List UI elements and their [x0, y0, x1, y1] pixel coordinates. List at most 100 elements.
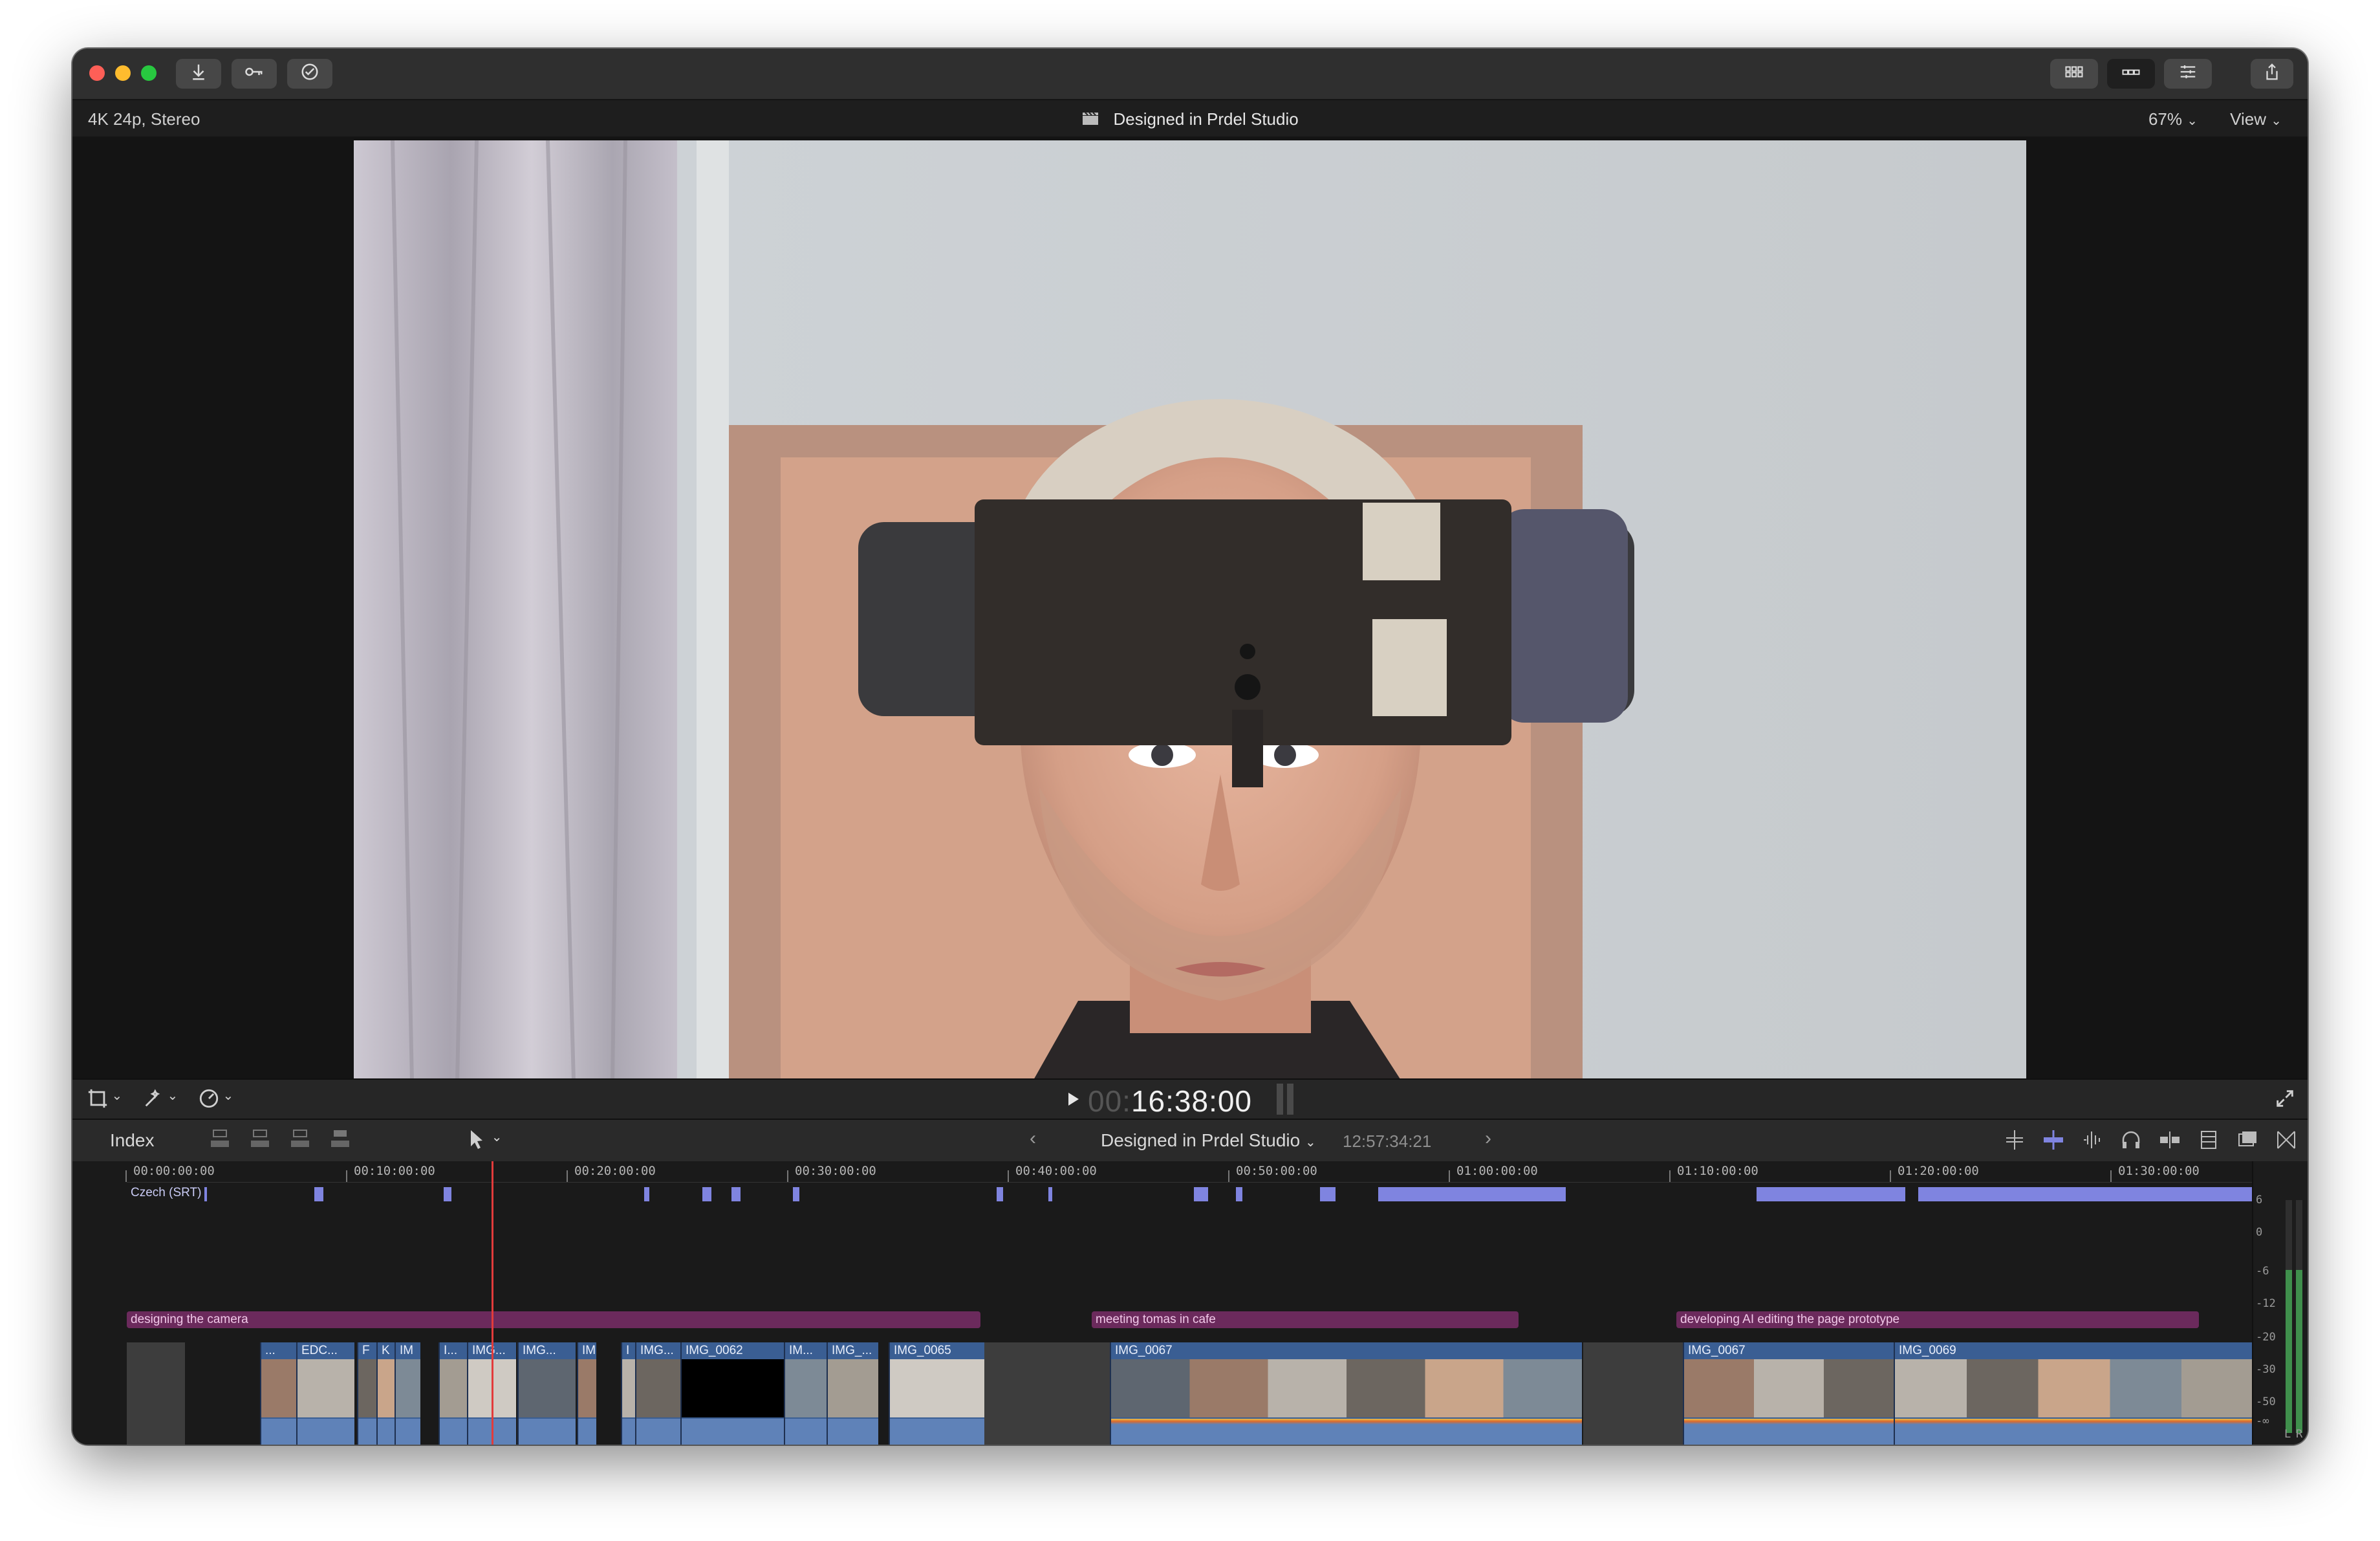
timecode-display[interactable]: 00:16:38:00	[1088, 1084, 1252, 1119]
browser-toggle-button[interactable]	[2050, 59, 2098, 89]
clip-thumbnails	[1111, 1359, 1582, 1417]
import-button[interactable]	[176, 59, 221, 89]
clip-thumbnails	[1895, 1359, 2253, 1417]
enhance-menu[interactable]: ⌄	[142, 1087, 178, 1113]
timeline-clip[interactable]: F	[357, 1342, 376, 1445]
background-tasks-button[interactable]	[287, 59, 332, 89]
transitions-browser-icon[interactable]	[2275, 1129, 2297, 1155]
audio-meter: L R 6 0 -6 -12 -20 -30 -50 -∞	[2252, 1161, 2308, 1445]
clip-audio-waveform	[358, 1419, 376, 1445]
clip-name: I	[626, 1344, 630, 1357]
headphones-icon[interactable]	[2120, 1129, 2142, 1155]
project-menu[interactable]: Designed in Prdel Studio ⌄	[1101, 1130, 1316, 1151]
viewer[interactable]	[72, 137, 2308, 1081]
playhead[interactable]	[492, 1161, 493, 1445]
meter-channel-left: L	[2284, 1428, 2291, 1441]
magic-wand-icon	[142, 1089, 164, 1112]
arrow-pointer-icon	[468, 1130, 486, 1153]
chevron-down-icon: ⌄	[222, 1089, 234, 1103]
fullscreen-button[interactable]	[2274, 1087, 2296, 1113]
chevron-down-icon: ⌄	[2271, 114, 2282, 128]
primary-storyline: ... EDC... F K IM I... IMG... IMG... IM I IMG... IM…	[72, 1161, 2253, 1445]
timeline-clip[interactable]: EDC...	[296, 1342, 354, 1445]
clip-name: IMG_0069	[1899, 1344, 1956, 1357]
browser-grid-icon	[2064, 62, 2084, 86]
clip-thumbnails	[682, 1359, 784, 1417]
clip-audio-waveform	[261, 1419, 296, 1445]
timeline-clip[interactable]: IMG_...	[827, 1342, 878, 1445]
meter-scale-label: -6	[2256, 1265, 2269, 1278]
zoom-window-button[interactable]	[141, 65, 157, 81]
clip-name: K	[382, 1344, 390, 1357]
timeline-clip[interactable]: IM...	[784, 1342, 827, 1445]
clip-audio-waveform	[1684, 1419, 1894, 1445]
keyword-icon	[244, 62, 264, 86]
timeline-toggle-button[interactable]	[2107, 59, 2155, 89]
clip-name: IMG...	[640, 1344, 674, 1357]
clip-audio-waveform	[1111, 1419, 1582, 1445]
clip-name: IM	[400, 1344, 414, 1357]
timeline-clip[interactable]: ...	[260, 1342, 296, 1445]
edit-buttons	[208, 1128, 352, 1154]
audio-skimming-icon[interactable]	[2042, 1129, 2064, 1155]
timeline-clip[interactable]: IMG...	[517, 1342, 576, 1445]
timeline-clip[interactable]: IMG_0069	[1894, 1342, 2253, 1445]
connect-clip-icon[interactable]	[208, 1128, 232, 1154]
speedometer-icon	[198, 1089, 220, 1112]
waveform-icon[interactable]	[2081, 1129, 2103, 1155]
play-button[interactable]	[1066, 1090, 1081, 1111]
effects-browser-icon[interactable]	[2236, 1129, 2258, 1155]
clip-thumbnails	[636, 1359, 680, 1417]
clip-thumbnails	[396, 1359, 420, 1417]
timeline-clip[interactable]: IMG...	[635, 1342, 680, 1445]
title-bar	[72, 49, 2308, 100]
retime-menu[interactable]: ⌄	[198, 1087, 233, 1113]
app-window: 4K 24p, Stereo Designed in Prdel Studio …	[72, 49, 2308, 1445]
clip-name: IM...	[789, 1344, 813, 1357]
history-forward-button[interactable]: ›	[1485, 1128, 1491, 1150]
close-window-button[interactable]	[89, 65, 105, 81]
timeline-clip[interactable]: IM	[395, 1342, 420, 1445]
select-tool-menu[interactable]: ⌄	[468, 1129, 503, 1154]
append-clip-icon[interactable]	[288, 1128, 312, 1154]
meter-bar-left	[2286, 1200, 2292, 1433]
chevron-down-icon: ⌄	[491, 1130, 503, 1144]
overwrite-clip-icon[interactable]	[329, 1128, 352, 1154]
meter-scale-label: -30	[2256, 1363, 2276, 1376]
inspector-toggle-button[interactable]	[2164, 59, 2212, 89]
clip-thumbnails	[828, 1359, 878, 1417]
gap-clip[interactable]	[984, 1342, 1110, 1445]
gap-clip[interactable]	[1583, 1342, 1683, 1445]
meter-scale-label: 0	[2256, 1226, 2263, 1239]
keyword-button[interactable]	[232, 59, 277, 89]
clip-audio-waveform	[682, 1419, 784, 1445]
timecode-value: 16:38:00	[1130, 1084, 1253, 1118]
insert-clip-icon[interactable]	[248, 1128, 272, 1154]
clip-audio-waveform	[890, 1419, 984, 1445]
clip-thumbnails	[785, 1359, 827, 1417]
project-duration: 12:57:34:21	[1343, 1131, 1432, 1151]
clip-name: F	[362, 1344, 370, 1357]
timeline-clip[interactable]: IMG_0065	[889, 1342, 984, 1445]
timeline-clip[interactable]: IM	[577, 1342, 596, 1445]
view-menu[interactable]: View ⌄	[2230, 109, 2282, 129]
import-icon	[189, 62, 208, 86]
share-button[interactable]	[2251, 59, 2293, 89]
minimize-window-button[interactable]	[115, 65, 131, 81]
timeline-clip[interactable]: IMG_0067	[1110, 1342, 1582, 1445]
meter-scale-label: -12	[2256, 1297, 2276, 1310]
history-back-button[interactable]: ‹	[1030, 1128, 1036, 1150]
zoom-level-menu[interactable]: 67% ⌄	[2148, 109, 2198, 129]
snapping-icon[interactable]	[2159, 1129, 2181, 1155]
clip-name: IMG_0062	[686, 1344, 743, 1357]
clip-audio-waveform	[785, 1419, 827, 1445]
timeline-clip[interactable]: IMG_0062	[680, 1342, 784, 1445]
gap-clip[interactable]	[127, 1342, 185, 1445]
clip-appearance-icon[interactable]	[2198, 1129, 2220, 1155]
timeline[interactable]: 00:00:00:00 00:10:00:00 00:20:00:00 00:30:0…	[72, 1161, 2308, 1445]
transform-tool-menu[interactable]: ⌄	[87, 1087, 122, 1113]
timeline-clip[interactable]: IMG_0067	[1683, 1342, 1894, 1445]
clip-name: IMG_0067	[1115, 1344, 1173, 1357]
skimming-icon[interactable]	[2004, 1129, 2026, 1155]
index-button[interactable]: Index	[110, 1130, 155, 1151]
